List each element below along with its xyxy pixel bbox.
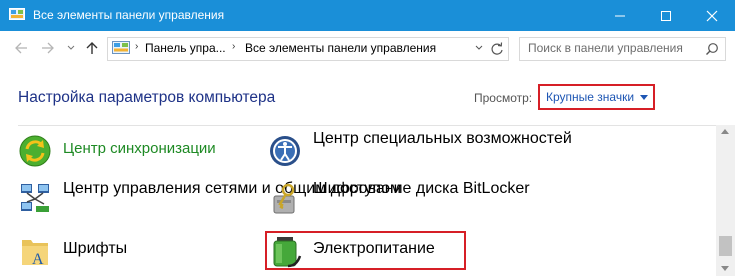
item-label-sync-center[interactable]: Центр синхронизации xyxy=(63,140,216,157)
forward-button[interactable] xyxy=(40,40,56,56)
title-bar: Все элементы панели управления xyxy=(0,0,735,31)
item-label-fonts[interactable]: Шрифты xyxy=(63,240,127,258)
network-sharing-icon xyxy=(21,184,49,212)
breadcrumb-separator: › xyxy=(135,41,139,52)
svg-text:A: A xyxy=(32,251,44,268)
divider xyxy=(18,125,716,126)
back-button[interactable] xyxy=(13,40,29,56)
control-panel-icon xyxy=(112,41,130,54)
search-box[interactable] xyxy=(519,37,726,61)
navigation-bar: › Панель упра... › Все элементы панели у… xyxy=(0,31,735,65)
scroll-up-icon[interactable] xyxy=(721,129,729,134)
close-icon xyxy=(706,10,718,21)
up-button[interactable] xyxy=(84,40,100,56)
maximize-button[interactable] xyxy=(643,0,689,31)
fonts-icon: A xyxy=(22,240,48,268)
chevron-down-icon[interactable] xyxy=(472,41,486,55)
control-panel-icon xyxy=(9,8,25,20)
item-sync-center[interactable] xyxy=(18,134,52,168)
bitlocker-icon xyxy=(273,183,295,214)
vertical-scrollbar[interactable] xyxy=(716,125,735,276)
item-network-sharing[interactable] xyxy=(18,182,52,216)
view-by-label: Просмотр: xyxy=(474,91,533,105)
breadcrumb-control-panel[interactable]: Панель упра... xyxy=(145,41,226,55)
sync-center-icon xyxy=(19,135,51,167)
address-bar[interactable]: › Панель упра... › Все элементы панели у… xyxy=(107,37,509,61)
item-bitlocker[interactable] xyxy=(268,182,302,216)
item-ease-of-access[interactable] xyxy=(268,134,302,168)
window-title: Все элементы панели управления xyxy=(33,8,225,22)
back-arrow-icon xyxy=(15,42,27,54)
search-input[interactable] xyxy=(528,40,698,56)
refresh-icon[interactable] xyxy=(489,41,505,57)
up-arrow-icon xyxy=(86,42,98,54)
item-label-ease-of-access[interactable]: Центр специальных возможностей xyxy=(313,130,572,148)
recent-locations-button[interactable] xyxy=(63,40,79,56)
search-icon[interactable] xyxy=(705,42,719,56)
scroll-thumb[interactable] xyxy=(719,236,732,256)
breadcrumb-separator: › xyxy=(232,41,236,52)
view-by-dropdown[interactable]: Крупные значки xyxy=(538,84,655,110)
highlight-frame xyxy=(265,231,466,270)
breadcrumb-all-items[interactable]: Все элементы панели управления xyxy=(245,41,436,55)
maximize-icon xyxy=(661,10,671,21)
page-title: Настройка параметров компьютера xyxy=(18,89,276,106)
close-button[interactable] xyxy=(689,0,735,31)
minimize-button[interactable] xyxy=(597,0,643,31)
item-label-bitlocker[interactable]: Шифрование диска BitLocker xyxy=(313,180,530,198)
item-fonts[interactable]: A xyxy=(18,234,52,268)
view-by-value[interactable]: Крупные значки xyxy=(546,90,634,104)
scroll-down-icon[interactable] xyxy=(721,266,729,271)
forward-arrow-icon xyxy=(42,42,54,54)
dropdown-arrow-icon xyxy=(640,94,649,100)
chevron-down-icon xyxy=(67,45,75,50)
minimize-icon xyxy=(615,15,625,16)
ease-of-access-icon xyxy=(270,136,300,166)
